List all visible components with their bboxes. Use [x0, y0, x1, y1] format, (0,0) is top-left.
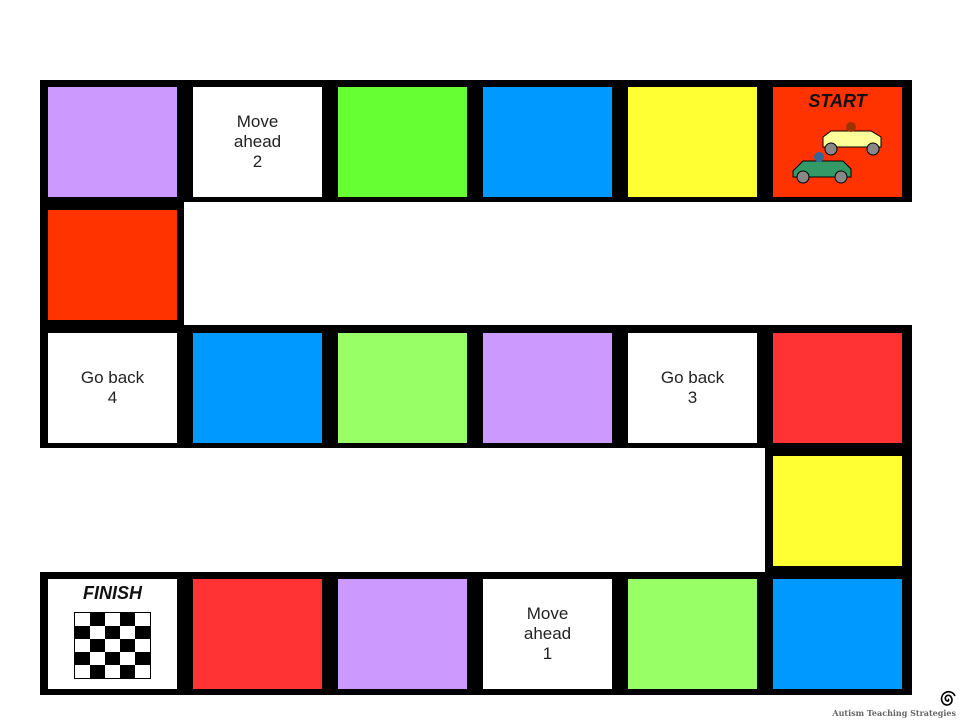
race-cars-icon: [792, 122, 882, 184]
board-space: [338, 333, 467, 443]
board-space: Go back 3: [628, 333, 757, 443]
board-space: [338, 87, 467, 197]
board-space: [48, 210, 177, 320]
space-label: Move ahead 2: [233, 112, 282, 171]
board-gap: [184, 202, 912, 325]
board-space: [773, 456, 902, 566]
finish-label: FINISH: [82, 583, 142, 603]
board-space: [628, 87, 757, 197]
board-space: [628, 579, 757, 689]
board-space: [773, 333, 902, 443]
board-space: [193, 333, 322, 443]
space-label: Move ahead 1: [523, 604, 572, 663]
start-label: START: [808, 91, 867, 111]
board-space: [483, 333, 612, 443]
space-label: Go back 3: [660, 368, 725, 407]
spiral-icon: [940, 690, 956, 706]
board-space: START: [773, 87, 902, 197]
board-space: Go back 4: [48, 333, 177, 443]
board-space: [483, 87, 612, 197]
board-space: [193, 579, 322, 689]
board-space: [48, 87, 177, 197]
board-space: [773, 579, 902, 689]
board-space: Move ahead 1: [483, 579, 612, 689]
board-space: [338, 579, 467, 689]
board-space: FINISH: [48, 579, 177, 689]
space-label: Go back 4: [80, 368, 145, 407]
board-gap: [40, 448, 765, 572]
logo-text: Autism Teaching Strategies: [832, 708, 956, 718]
checkered-flag-icon: [74, 612, 151, 679]
board-space: Move ahead 2: [193, 87, 322, 197]
